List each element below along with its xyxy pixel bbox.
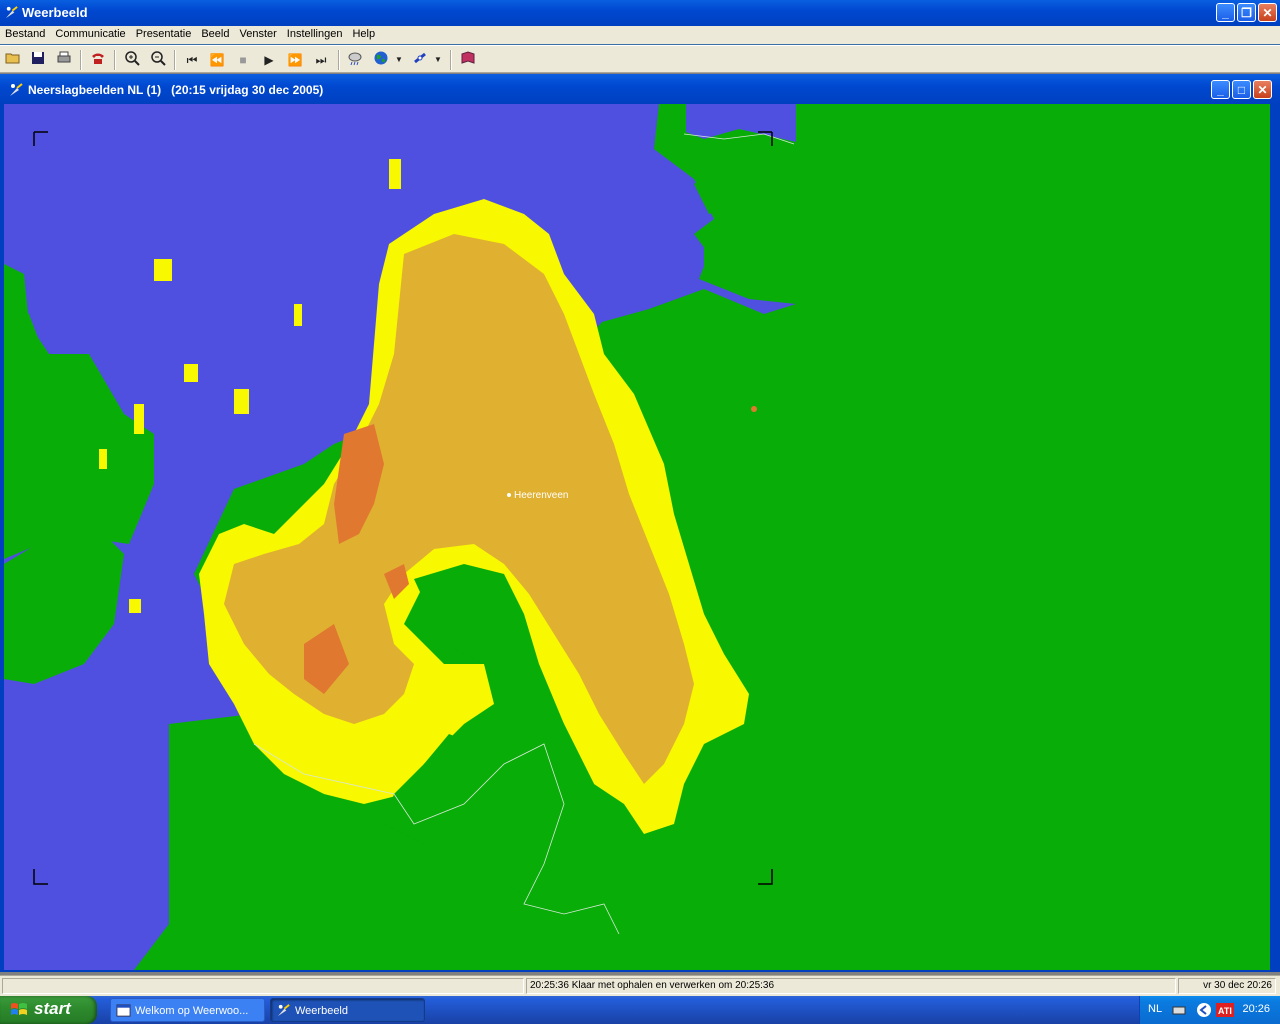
- taskbar-item-weerbeeld[interactable]: Weerbeeld: [270, 998, 425, 1022]
- radar-window-title: Neerslagbeelden NL (1) (20:15 vrijdag 30…: [28, 83, 324, 97]
- radar-map[interactable]: Heerenveen: [4, 104, 1270, 970]
- satellite-dropdown-icon[interactable]: ▼: [432, 50, 444, 70]
- rain-light-cell: [154, 259, 172, 281]
- phone-dial-icon[interactable]: [88, 50, 108, 70]
- taskbar-item-welkom[interactable]: Welkom op Weerwoo...: [110, 998, 265, 1022]
- clock[interactable]: 20:26: [1242, 1003, 1270, 1015]
- rain-light-cell: [294, 304, 302, 326]
- start-button[interactable]: start: [0, 996, 97, 1024]
- zoom-in-icon[interactable]: [122, 50, 142, 70]
- status-datetime: vr 30 dec 20:26: [1178, 978, 1276, 994]
- save-icon[interactable]: [28, 50, 48, 70]
- satellite-icon[interactable]: [410, 50, 430, 70]
- start-label: start: [34, 999, 71, 1018]
- city-label: Heerenveen: [514, 490, 568, 501]
- menu-bestand[interactable]: Bestand: [0, 26, 50, 44]
- rain-light-cell: [184, 364, 198, 382]
- toolbar: ⏮ ⏪ ■ ▶ ⏩ ⏭ ▼ ▼: [0, 45, 1280, 73]
- skip-to-end-icon[interactable]: ⏭: [311, 50, 331, 70]
- status-message: 20:25:36 Klaar met ophalen en verwerken …: [526, 978, 1176, 994]
- menu-beeld[interactable]: Beeld: [196, 26, 234, 44]
- zoom-out-icon[interactable]: [148, 50, 168, 70]
- app-title: Weerbeeld: [22, 5, 88, 20]
- menu-bar: Bestand Communicatie Presentatie Beeld Venst…: [0, 26, 1280, 44]
- child-close-button[interactable]: ✕: [1253, 80, 1272, 99]
- radar-window-titlebar: Neerslagbeelden NL (1) (20:15 vrijdag 30…: [0, 74, 1280, 104]
- back-arrow-icon[interactable]: [1196, 1002, 1212, 1018]
- globe-dropdown-icon[interactable]: ▼: [393, 50, 405, 70]
- rain-light-cell: [129, 599, 141, 613]
- ati-icon[interactable]: ATI: [1216, 1002, 1234, 1018]
- menu-instellingen[interactable]: Instellingen: [282, 26, 348, 44]
- rain-heavy-cell: [751, 406, 757, 412]
- fast-forward-icon[interactable]: ⏩: [285, 50, 305, 70]
- rain-light-cell: [99, 449, 107, 469]
- browser-icon: [116, 1004, 131, 1017]
- rewind-icon[interactable]: ⏪: [207, 50, 227, 70]
- skip-to-start-icon[interactable]: ⏮: [182, 50, 202, 70]
- stop-icon[interactable]: ■: [233, 50, 253, 70]
- keyboard-icon[interactable]: [1172, 1003, 1186, 1017]
- child-minimize-button[interactable]: _: [1211, 80, 1230, 99]
- language-indicator[interactable]: NL: [1148, 1003, 1162, 1015]
- child-maximize-button[interactable]: □: [1232, 80, 1251, 99]
- menu-venster[interactable]: Venster: [234, 26, 281, 44]
- radar-map-canvas[interactable]: Heerenveen: [4, 104, 1270, 970]
- restore-button[interactable]: ❐: [1237, 3, 1256, 22]
- menu-communicatie[interactable]: Communicatie: [50, 26, 130, 44]
- menu-presentatie[interactable]: Presentatie: [131, 26, 197, 44]
- app-titlebar: Weerbeeld _ ❐ ✕: [0, 0, 1280, 26]
- weather-app-icon: [10, 83, 23, 96]
- close-button[interactable]: ✕: [1258, 3, 1277, 22]
- play-icon[interactable]: ▶: [259, 50, 279, 70]
- weather-cloud-icon[interactable]: [345, 50, 365, 70]
- minimize-button[interactable]: _: [1216, 3, 1235, 22]
- svg-text:ATI: ATI: [1218, 1006, 1232, 1016]
- system-tray: NL ATI 20:26: [1139, 996, 1280, 1024]
- open-folder-icon[interactable]: [3, 50, 23, 70]
- weather-app-icon: [5, 6, 18, 19]
- rain-light-cell: [389, 159, 401, 189]
- windows-flag-icon: [11, 1003, 27, 1015]
- menu-help[interactable]: Help: [347, 26, 380, 44]
- globe-icon[interactable]: [371, 50, 391, 70]
- book-icon[interactable]: [458, 50, 478, 70]
- rain-light-cell: [134, 404, 144, 434]
- status-panel-empty: [2, 978, 524, 994]
- radar-window: Neerslagbeelden NL (1) (20:15 vrijdag 30…: [0, 74, 1280, 972]
- print-icon[interactable]: [54, 50, 74, 70]
- weather-app-icon: [277, 1004, 290, 1017]
- status-bar: 20:25:36 Klaar met ophalen en verwerken …: [0, 975, 1280, 996]
- taskbar: start Welkom op Weerwoo... Weerbeeld NL …: [0, 996, 1280, 1024]
- rain-light-cell: [234, 389, 249, 414]
- city-marker: [507, 493, 511, 497]
